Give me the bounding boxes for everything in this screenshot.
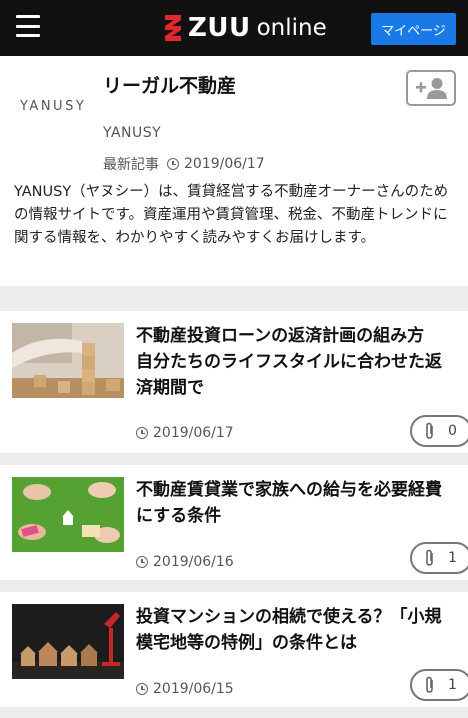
- article-title[interactable]: 不動産賃貸業で家族への給与を必要経費にする条件: [136, 477, 454, 529]
- article-card[interactable]: 投資マンションの相続で使える？「小規模宅地等の特例」の条件とは 2019/06/…: [0, 592, 468, 707]
- top-header: ZUU online マイページ: [0, 0, 468, 56]
- article-date-text: 2019/06/15: [153, 681, 234, 697]
- logo-text: ZUU: [188, 13, 251, 43]
- yanusy-logo: YANUSY: [20, 99, 87, 114]
- add-user-icon: [416, 78, 447, 99]
- house-models-image: [12, 604, 124, 679]
- zuu-online-logo[interactable]: ZUU online: [164, 12, 327, 44]
- article-card[interactable]: 不動産投資ローンの返済計画の組み方 自分たちのライフスタイルに合わせた返済期間で…: [0, 311, 468, 453]
- author-profile: YANUSY リーガル不動産 YANUSY 最新記事 2019/06/17 YA…: [0, 56, 468, 286]
- author-sub-name: YANUSY: [103, 125, 162, 141]
- clip-button[interactable]: 0: [410, 415, 468, 447]
- article-date-text: 2019/06/16: [153, 554, 234, 570]
- article-date: 2019/06/17: [136, 425, 234, 441]
- clock-icon: [136, 556, 148, 568]
- paperclip-icon: [426, 422, 433, 439]
- latest-label: 最新記事: [103, 157, 159, 173]
- article-date: 2019/06/15: [136, 681, 234, 697]
- article-thumbnail[interactable]: [12, 323, 124, 398]
- author-description: YANUSY（ヤヌシー）は、賃貸経営する不動産オーナーさんのための情報サイトです…: [14, 184, 449, 246]
- loan-blocks-image: [12, 323, 124, 398]
- article-title[interactable]: 投資マンションの相続で使える？「小規模宅地等の特例」の条件とは: [136, 604, 454, 656]
- menu-icon[interactable]: [16, 15, 40, 37]
- clip-button[interactable]: 1: [410, 542, 468, 574]
- clock-icon: [136, 683, 148, 695]
- clip-count: 1: [448, 677, 457, 693]
- mypage-button[interactable]: マイページ: [371, 13, 456, 45]
- clip-count: 1: [448, 550, 457, 566]
- paperclip-icon: [426, 676, 433, 693]
- follow-button[interactable]: [406, 70, 456, 106]
- clock-icon: [167, 158, 179, 170]
- article-thumbnail[interactable]: [12, 477, 124, 552]
- article-date-text: 2019/06/17: [153, 425, 234, 441]
- latest-date: 2019/06/17: [184, 156, 265, 172]
- article-card[interactable]: 不動産賃貸業で家族への給与を必要経費にする条件 2019/06/16 1: [0, 465, 468, 580]
- article-date: 2019/06/16: [136, 554, 234, 570]
- family-hands-image: [12, 477, 124, 552]
- clip-button[interactable]: 1: [410, 669, 468, 701]
- clock-icon: [136, 427, 148, 439]
- article-thumbnail[interactable]: [12, 604, 124, 679]
- logo-sub-text: online: [256, 15, 327, 41]
- zuu-logo-mark-icon: [165, 15, 181, 41]
- paperclip-icon: [426, 549, 433, 566]
- clip-count: 0: [448, 423, 457, 439]
- article-title[interactable]: 不動産投資ローンの返済計画の組み方 自分たちのライフスタイルに合わせた返済期間で: [136, 323, 454, 401]
- latest-article-info: 最新記事 2019/06/17: [103, 154, 265, 174]
- author-name: リーガル不動産: [103, 75, 237, 97]
